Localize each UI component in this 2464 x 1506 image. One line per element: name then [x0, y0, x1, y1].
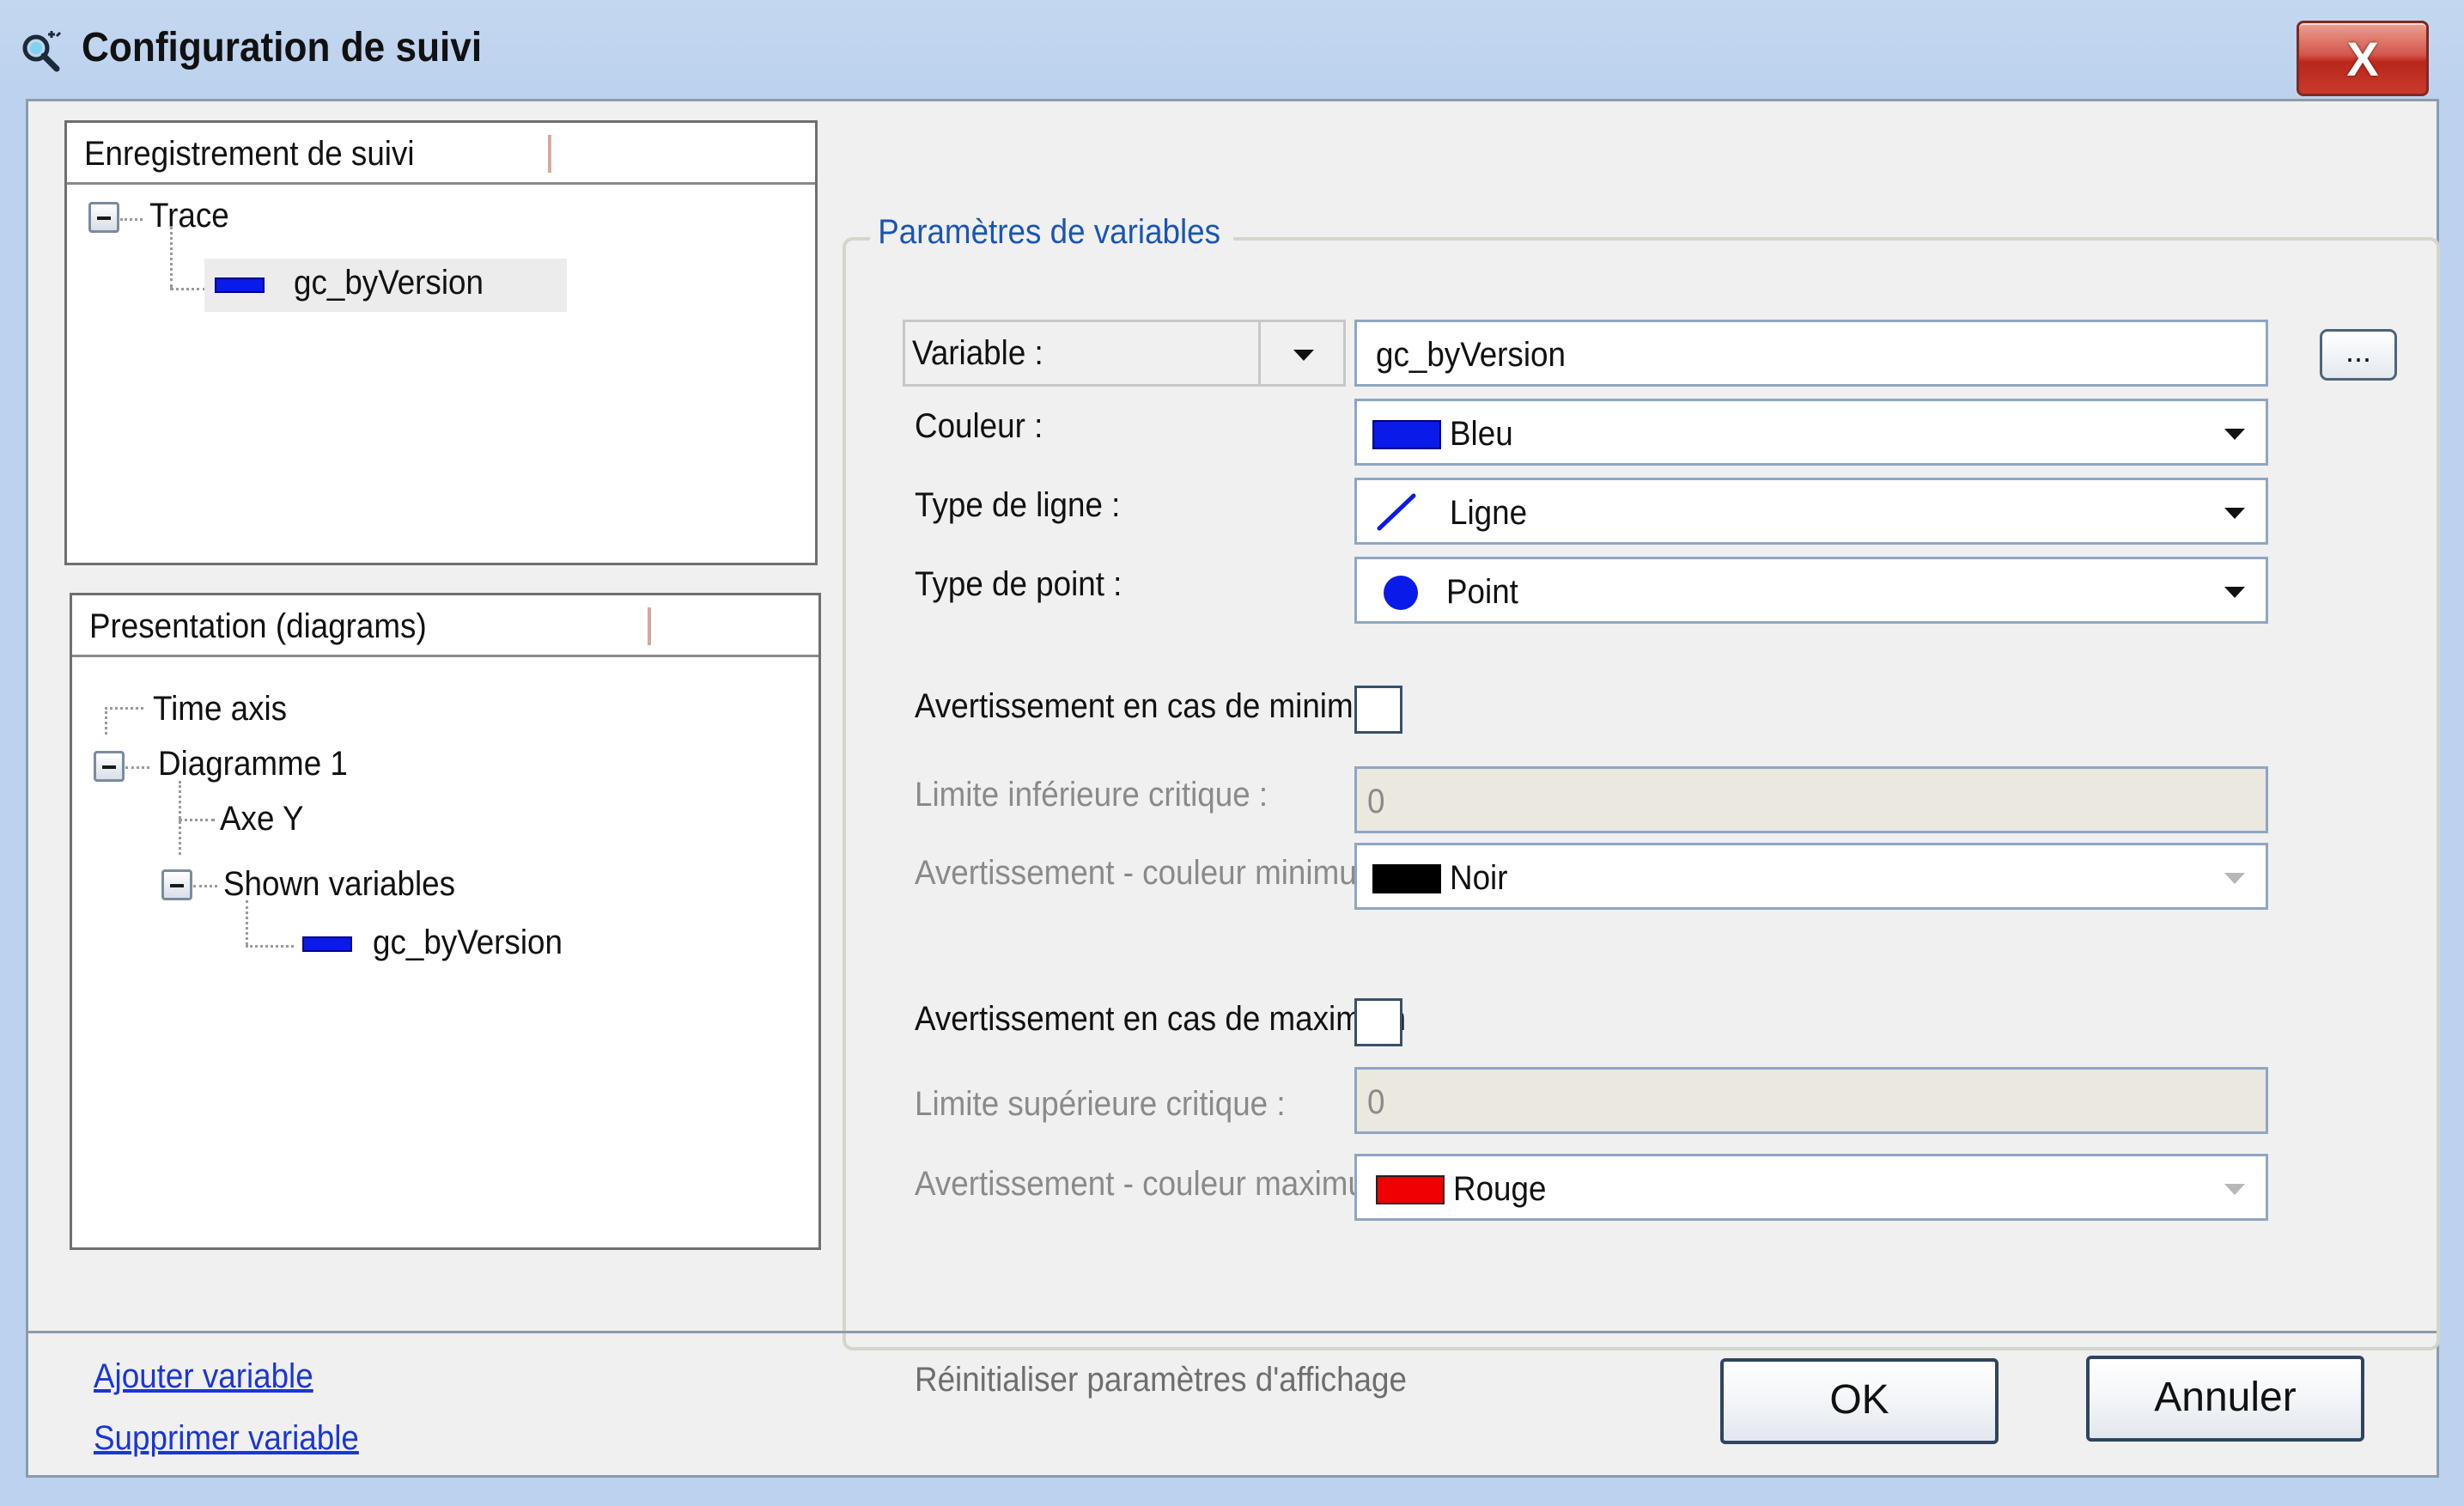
min-warning-label: Avertissement en cas de minimum [915, 687, 1397, 725]
tree-item-diagram-1[interactable]: Diagramme 1 [158, 745, 348, 783]
black-color-swatch [1372, 864, 1441, 893]
tree-item-axe-y[interactable]: Axe Y [220, 800, 304, 838]
min-warning-checkbox[interactable] [1354, 686, 1402, 734]
blue-color-swatch [1372, 420, 1441, 449]
variable-color-swatch [302, 936, 352, 952]
dialog-window: Configuration de suivi X Enregistrement … [0, 0, 2464, 1506]
upper-limit-label: Limite supérieure critique : [915, 1085, 1286, 1123]
recording-tree-panel: Enregistrement de suivi Trace gc_byVersi… [64, 120, 818, 565]
line-style-icon [1377, 493, 1416, 531]
tree-item-shown-gc-byversion[interactable]: gc_byVersion [373, 924, 563, 962]
color-label: Couleur : [915, 407, 1043, 445]
trace-config-icon [22, 31, 62, 72]
close-button[interactable]: X [2297, 21, 2429, 96]
tree-item-time-axis[interactable]: Time axis [153, 690, 287, 729]
color-dropdown[interactable]: Bleu [1354, 399, 2268, 466]
tree-item-gc-byversion-label: gc_byVersion [294, 264, 484, 302]
tree-item-shown-variables[interactable]: Shown variables [223, 865, 455, 904]
chevron-down-icon [1293, 350, 1314, 361]
cancel-button[interactable]: Annuler [2086, 1356, 2364, 1442]
presentation-tree-header: Presentation (diagrams) [72, 595, 818, 657]
point-type-label: Type de point : [915, 565, 1122, 603]
chevron-down-icon [2224, 508, 2245, 519]
presentation-tree-header-label: Presentation (diagrams) [89, 607, 427, 645]
chevron-down-icon [2224, 1184, 2245, 1195]
recording-tree-header: Enregistrement de suivi [67, 123, 815, 185]
line-type-label: Type de ligne : [915, 486, 1121, 524]
chevron-down-icon [2224, 873, 2245, 884]
column-separator[interactable] [648, 607, 651, 645]
column-separator[interactable] [548, 135, 551, 173]
min-color-label: Avertissement - couleur minimum : [915, 854, 1401, 892]
chevron-down-icon [2224, 587, 2245, 598]
shown-variables-collapse-icon[interactable] [161, 869, 192, 900]
window-title: Configuration de suivi [82, 25, 483, 70]
reset-display-settings-button[interactable]: Réinitialiser paramètres d'affichage [915, 1361, 1407, 1399]
presentation-tree-panel: Presentation (diagrams) Time axis Diagra… [70, 593, 821, 1250]
point-type-dropdown[interactable]: Point [1354, 557, 2268, 624]
tree-item-trace[interactable]: Trace [149, 197, 229, 235]
max-color-dropdown[interactable]: Rouge [1354, 1154, 2268, 1221]
tree-item-gc-byversion[interactable]: gc_byVersion [204, 259, 567, 312]
recording-tree-header-label: Enregistrement de suivi [84, 135, 415, 173]
add-variable-link[interactable]: Ajouter variable [94, 1357, 313, 1396]
variable-settings-title: Paramètres de variables [870, 213, 1233, 252]
line-type-dropdown[interactable]: Ligne [1354, 478, 2268, 545]
variable-name-field[interactable]: gc_byVersion [1354, 320, 2268, 387]
trace-collapse-icon[interactable] [88, 202, 119, 233]
ok-button[interactable]: OK [1720, 1358, 1999, 1444]
dialog-body: Enregistrement de suivi Trace gc_byVersi… [26, 99, 2440, 1478]
lower-limit-label: Limite inférieure critique : [915, 776, 1269, 814]
chevron-down-icon [2224, 429, 2245, 440]
footer-divider [28, 1331, 2437, 1333]
diagram-collapse-icon[interactable] [94, 751, 125, 782]
max-warning-label: Avertissement en cas de maximum [915, 1000, 1406, 1038]
red-color-swatch [1376, 1175, 1445, 1204]
variable-selector-label: Variable : [912, 334, 1043, 372]
max-warning-checkbox[interactable] [1354, 998, 1402, 1046]
upper-limit-field[interactable]: 0 [1354, 1067, 2268, 1134]
variable-color-swatch [215, 277, 265, 293]
point-style-icon [1384, 576, 1418, 610]
variable-selector-dropdown[interactable]: Variable : [903, 320, 1346, 387]
lower-limit-field[interactable]: 0 [1354, 766, 2268, 833]
browse-variable-button[interactable]: ... [2320, 329, 2397, 381]
min-color-dropdown[interactable]: Noir [1354, 843, 2268, 910]
max-color-label: Avertissement - couleur maximum : [915, 1165, 1410, 1203]
remove-variable-link[interactable]: Supprimer variable [94, 1419, 359, 1458]
